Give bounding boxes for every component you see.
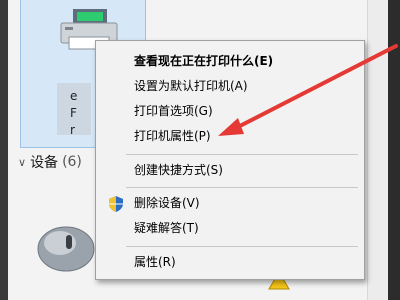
menu-item-properties[interactable]: 属性(R) <box>96 251 364 273</box>
printer-name-partial: e F r <box>70 89 78 137</box>
menu-item-remove-device[interactable]: 删除设备(V) <box>96 192 364 214</box>
window-right-panel <box>367 0 388 300</box>
menu-item-troubleshoot[interactable]: 疑难解答(T) <box>96 217 364 239</box>
menu-item-printer-properties[interactable]: 打印机属性(P) <box>96 125 364 147</box>
chevron-down-icon: ∨ <box>18 155 27 169</box>
menu-item-see-printing[interactable]: 查看现在正在打印什么(E) <box>96 50 364 72</box>
menu-separator <box>126 154 358 155</box>
window-right-edge <box>388 0 400 300</box>
menu-item-remove-device-label: 删除设备(V) <box>134 196 200 210</box>
devices-section-header[interactable]: ∨ 设备 (6) <box>18 152 82 172</box>
devices-count: (6) <box>62 154 82 170</box>
menu-item-printing-preferences[interactable]: 打印首选项(G) <box>96 100 364 122</box>
shield-icon <box>109 196 123 212</box>
devices-label: 设备 <box>30 155 59 171</box>
menu-separator <box>126 187 358 188</box>
context-menu: 查看现在正在打印什么(E) 设置为默认打印机(A) 打印首选项(G) 打印机属性… <box>95 40 365 280</box>
menu-separator <box>126 246 358 247</box>
mouse-icon[interactable] <box>30 215 100 275</box>
window-left-edge <box>0 0 8 300</box>
menu-item-set-default[interactable]: 设置为默认打印机(A) <box>96 75 364 97</box>
menu-item-create-shortcut[interactable]: 创建快捷方式(S) <box>96 159 364 181</box>
